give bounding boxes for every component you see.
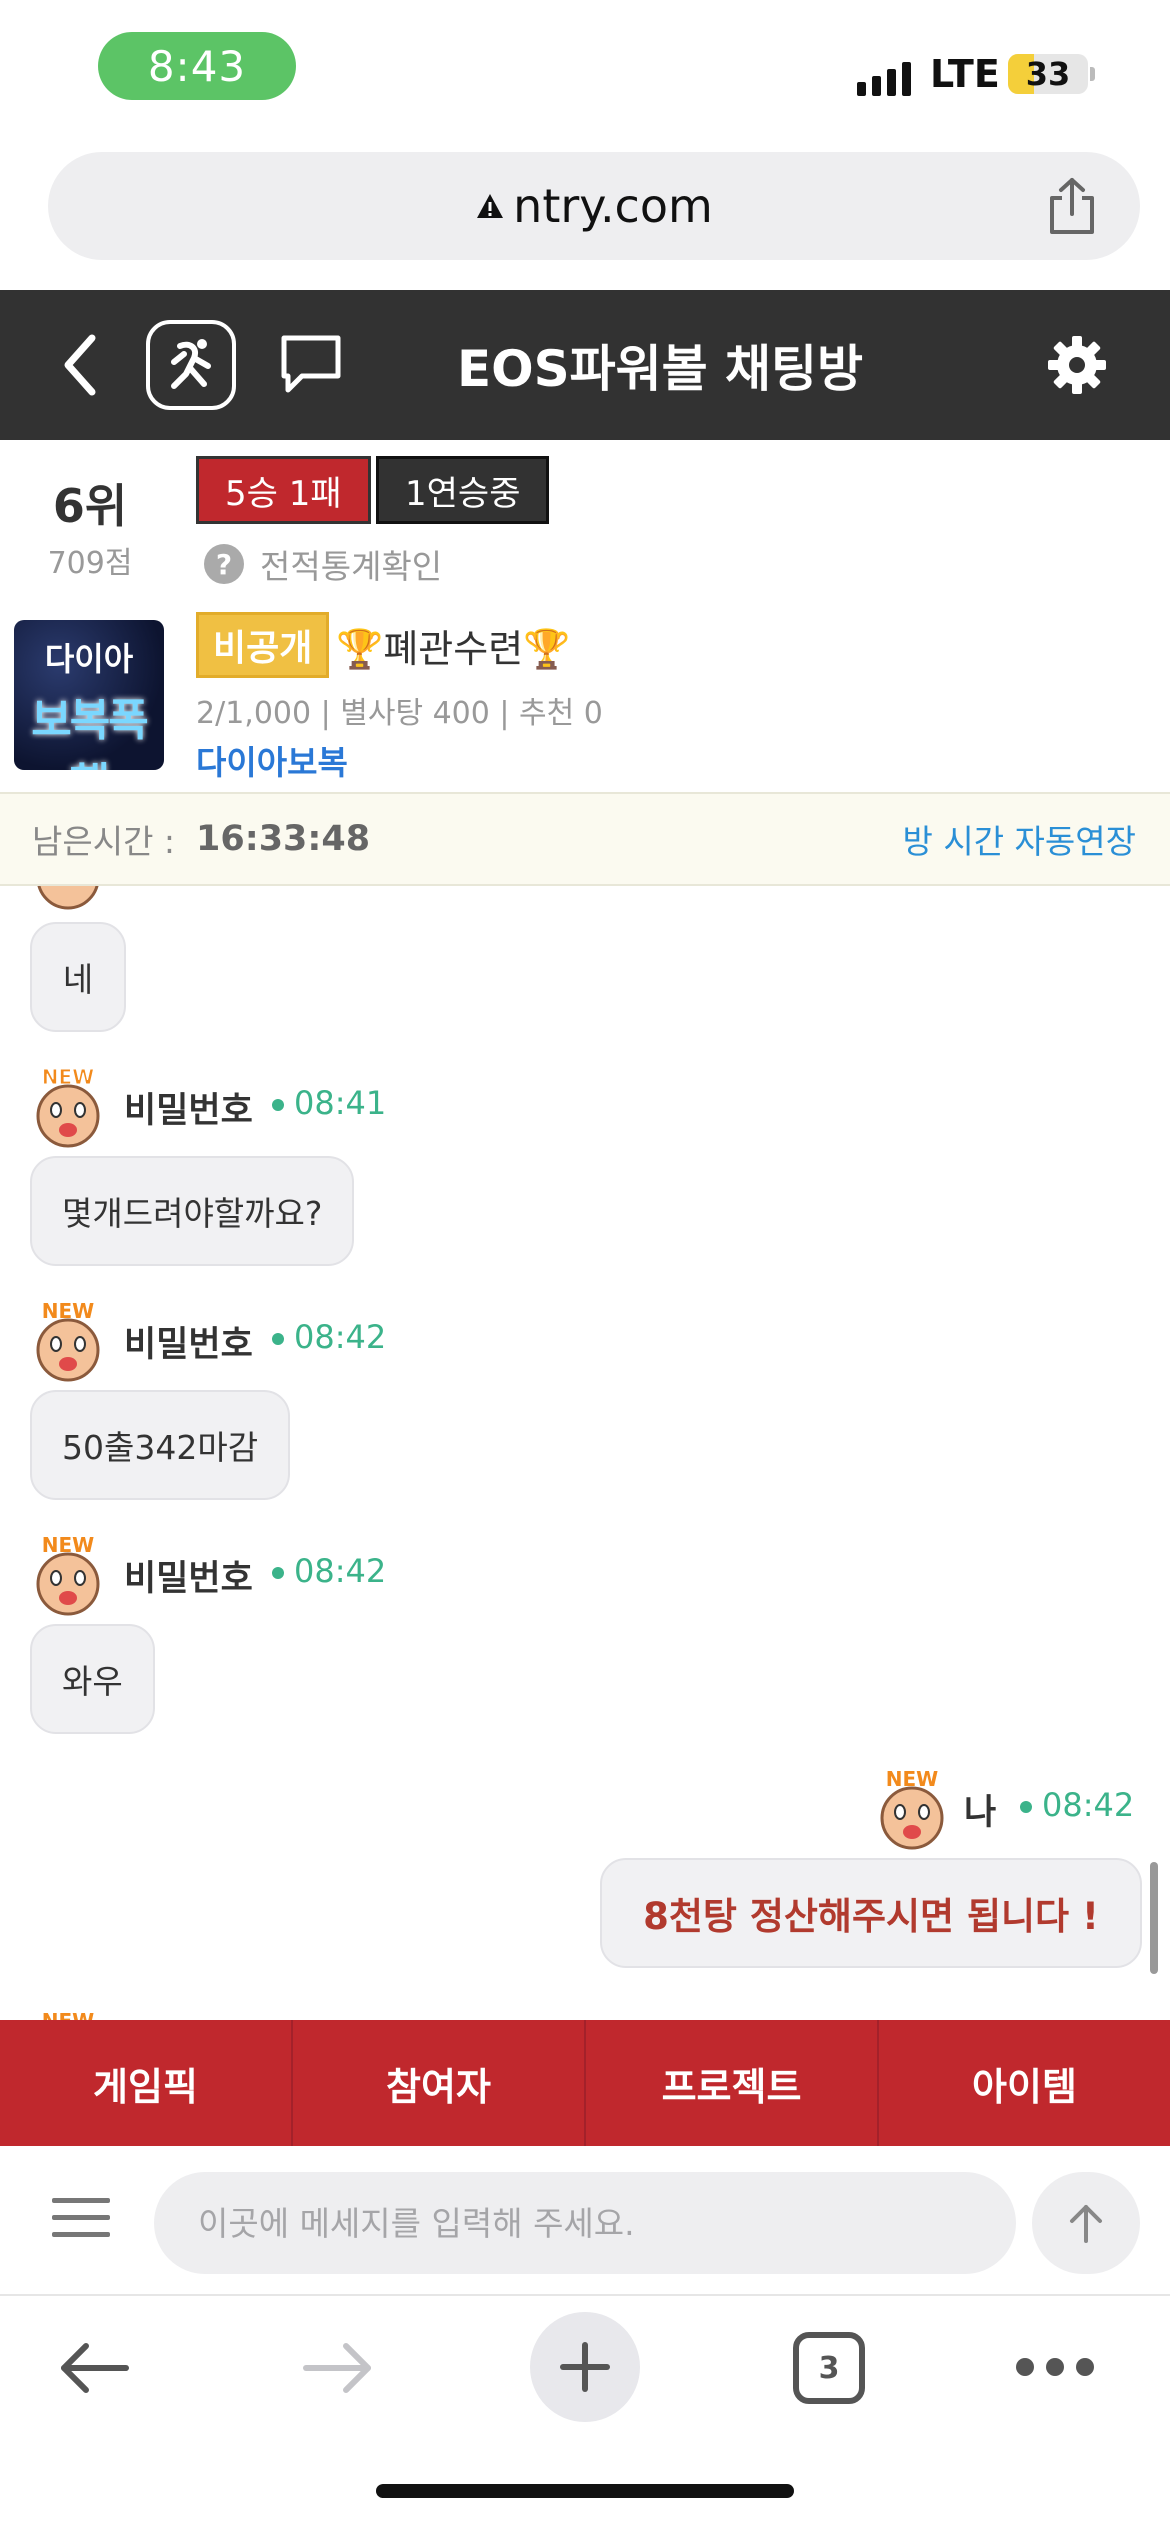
extend-time-link[interactable]: 방 시간 자동연장 bbox=[903, 794, 1137, 884]
tab-items[interactable]: 아이템 bbox=[879, 2020, 1170, 2146]
message-bubble: 네 bbox=[30, 922, 126, 1032]
avatar: NEW bbox=[874, 1766, 950, 1850]
new-tab-button[interactable] bbox=[530, 2312, 640, 2422]
thumbnail-text-bottom: 보복폭행 bbox=[31, 695, 148, 770]
chat-icon[interactable] bbox=[278, 332, 344, 396]
online-dot bbox=[272, 1333, 284, 1345]
message-bubble: 몇개드려야할까요? bbox=[30, 1156, 355, 1266]
warning-icon bbox=[477, 194, 504, 218]
avatar bbox=[30, 886, 106, 912]
url-text: ntry.com bbox=[513, 179, 713, 233]
message-sender: 비밀번호 bbox=[124, 1325, 253, 1365]
message-input[interactable] bbox=[154, 2172, 1016, 2274]
arrow-up-icon bbox=[1070, 2205, 1102, 2243]
message-sender: 비밀번호 bbox=[124, 1091, 253, 1131]
stats-link-label: 전적통계확인 bbox=[260, 547, 443, 586]
new-badge: NEW bbox=[42, 2009, 94, 2020]
message-time: 08:42 bbox=[1020, 1786, 1134, 1824]
new-badge: NEW bbox=[42, 1299, 94, 1323]
stats-link[interactable]: ? 전적통계확인 bbox=[204, 540, 442, 588]
room-name: 🏆폐관수련🏆 bbox=[336, 626, 571, 671]
ntry-logo-icon[interactable] bbox=[146, 320, 236, 410]
message-time: 08:41 bbox=[272, 1084, 386, 1122]
message-sender: 나 bbox=[964, 1793, 997, 1833]
score-label: 709점 bbox=[47, 546, 133, 581]
tabs-count-button[interactable]: 3 bbox=[793, 2332, 865, 2404]
message-time-value: 08:42 bbox=[294, 1552, 387, 1590]
app-header: EOS파워볼 채팅방 bbox=[0, 290, 1170, 440]
help-icon: ? bbox=[204, 544, 244, 584]
menu-icon[interactable] bbox=[52, 2196, 110, 2240]
new-badge: NEW bbox=[42, 1065, 94, 1089]
message-time-value: 08:41 bbox=[294, 1084, 387, 1122]
home-indicator[interactable] bbox=[376, 2484, 794, 2498]
room-meta: 2/1,000 | 별사탕 400 | 추천 0 bbox=[196, 696, 603, 731]
network-label: LTE bbox=[930, 52, 1000, 96]
private-badge: 비공개 bbox=[196, 612, 330, 678]
chat-area[interactable]: 네 NEW 비밀번호 08:41 몇개드려야할까요? NEW 비밀번호 08:4… bbox=[0, 886, 1170, 2020]
tab-participants[interactable]: 참여자 bbox=[293, 2020, 586, 2146]
battery-level: 33 bbox=[1025, 55, 1071, 93]
signal-icon bbox=[857, 58, 911, 96]
browser-back-icon[interactable] bbox=[56, 2336, 132, 2400]
avatar: NEW bbox=[30, 2008, 106, 2020]
message-sender: 비밀번호 bbox=[124, 1559, 253, 1599]
battery-icon: 33 bbox=[1008, 54, 1088, 94]
tab-game-pick[interactable]: 게임픽 bbox=[0, 2020, 293, 2146]
send-button[interactable] bbox=[1032, 2172, 1140, 2274]
timer-label: 남은시간 : bbox=[32, 822, 176, 861]
tab-project[interactable]: 프로젝트 bbox=[586, 2020, 879, 2146]
online-dot bbox=[272, 1099, 284, 1111]
message-time-value: 08:42 bbox=[1042, 1786, 1135, 1824]
message-time: 08:42 bbox=[272, 1318, 386, 1356]
avatar: NEW bbox=[30, 1064, 106, 1148]
scrollbar-thumb[interactable] bbox=[1150, 1862, 1158, 1974]
status-bar: 8:43 LTE 33 bbox=[0, 0, 1170, 140]
plus-icon bbox=[560, 2342, 610, 2392]
url-bar[interactable]: ntry.com bbox=[48, 152, 1140, 260]
room-owner-link[interactable]: 다이아보복 bbox=[196, 736, 348, 784]
avatar: NEW bbox=[30, 1298, 106, 1382]
new-badge: NEW bbox=[886, 1767, 938, 1791]
rank-label: 6위 bbox=[52, 479, 128, 533]
message-time: 08:42 bbox=[272, 1552, 386, 1590]
message-bubble-mine: 8천탕 정산해주시면 됩니다 ! bbox=[600, 1858, 1142, 1968]
new-badge: NEW bbox=[42, 1533, 94, 1557]
battery-nub bbox=[1090, 67, 1095, 81]
message-time-value: 08:42 bbox=[294, 1318, 387, 1356]
browser-forward-icon[interactable] bbox=[300, 2336, 376, 2400]
timer-bar: 남은시간 : 16:33:48 방 시간 자동연장 bbox=[0, 792, 1170, 886]
online-dot bbox=[1020, 1801, 1032, 1813]
message-bubble: 50출342마감 bbox=[30, 1390, 291, 1500]
avatar: NEW bbox=[30, 1532, 106, 1616]
thumbnail-text-top: 다이아 bbox=[44, 640, 134, 678]
share-icon[interactable] bbox=[1044, 176, 1100, 236]
room-thumbnail: 다이아 보복폭행 bbox=[14, 620, 164, 770]
page-title: EOS파워볼 채팅방 bbox=[456, 340, 864, 398]
gear-icon[interactable] bbox=[1046, 334, 1108, 396]
streak-badge: 1연승중 bbox=[376, 456, 550, 524]
record-badge: 5승 1패 bbox=[196, 456, 371, 524]
timer-value: 16:33:48 bbox=[196, 819, 371, 859]
back-icon[interactable] bbox=[56, 330, 106, 400]
message-input-row bbox=[0, 2146, 1170, 2296]
status-time: 8:43 bbox=[98, 32, 296, 100]
message-bubble: 와우 bbox=[30, 1624, 155, 1734]
more-icon[interactable] bbox=[1016, 2358, 1094, 2376]
online-dot bbox=[272, 1567, 284, 1579]
bottom-tab-bar: 게임픽 참여자 프로젝트 아이템 bbox=[0, 2020, 1170, 2146]
